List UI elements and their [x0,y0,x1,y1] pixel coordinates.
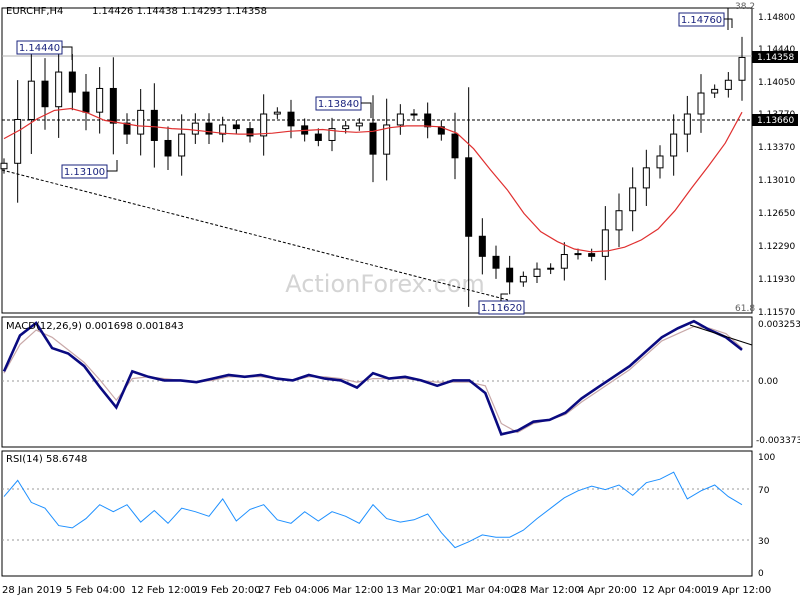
rsi-tick-label: 30 [758,537,770,547]
candle-body [0,162,8,170]
candle-body [355,122,363,127]
candle-body [451,133,459,159]
time-tick-label: 12 Feb 12:00 [131,585,197,596]
time-tick-label: 12 Apr 04:00 [642,585,707,596]
candle-body [232,124,240,130]
macd-tick-label: 0.003253 [758,320,800,330]
price-tick-label: 1.11570 [758,308,795,318]
annotation-low-label: 1.13100 [64,167,105,178]
time-axis: 28 Jan 2019 5 Feb 04:00 12 Feb 12:00 19 … [2,585,771,596]
candle-body [342,125,350,130]
price-tick-label: 1.12290 [758,242,795,252]
candle-body [588,253,596,257]
candle-body [506,267,514,283]
current-price-label: 1.14358 [757,53,794,63]
candle-body [55,71,63,108]
macd-label: MACD(12,26,9) 0.001698 0.001843 [6,321,184,332]
time-tick-label: 4 Apr 20:00 [578,585,637,596]
candle-body [41,80,49,108]
chart-ohlc-readout: 1.14426 1.14438 1.14293 1.14358 [92,6,267,17]
time-tick-label: 6 Mar 12:00 [323,585,383,596]
price-tick-label: 1.11930 [758,275,795,285]
candle-body [629,187,637,212]
time-tick-label: 28 Jan 2019 [2,585,62,596]
candle-body [191,122,199,135]
level-price-label: 1.13660 [757,116,794,126]
fib-label-bottom: 61.8 [735,304,755,314]
price-tick-label: 1.12650 [758,209,795,219]
candle-body [519,275,527,283]
rsi-tick-label: 100 [758,453,775,463]
macd-panel-frame [1,316,753,448]
candle-body [724,79,732,90]
annotation-high-label: 1.14440 [19,43,60,54]
macd-panel: MACD(12,26,9) 0.001698 0.001843 0.003253… [1,316,800,448]
time-tick-label: 5 Feb 04:00 [66,585,125,596]
candle-body [711,88,719,94]
rsi-panel-frame [1,450,753,577]
candle-body [369,122,377,155]
price-panel-frame [1,7,753,314]
price-tick-label: 1.13010 [758,176,795,186]
candle-body [14,118,22,164]
candle-body [178,133,186,157]
candle-body [697,92,705,115]
candle-body [683,113,691,135]
candle-body [68,71,76,93]
candle-body [150,109,158,141]
rsi-tick-label: 0 [758,569,764,579]
watermark: ActionForex.com [285,270,485,298]
time-tick-label: 13 Mar 20:00 [386,585,453,596]
candle-body [287,111,295,127]
candle-body [82,91,90,113]
price-tick-label: 1.13370 [758,143,795,153]
candle-body [574,253,582,256]
rsi-tick-label: 70 [758,486,770,496]
candle-body [547,267,555,270]
candle-body [424,113,432,128]
candle-body [246,128,254,137]
macd-tick-label: 0.00 [758,377,778,387]
candle-body [492,255,500,269]
candle-body [27,80,35,120]
candle-body [260,113,268,137]
candle-body [465,157,473,237]
time-tick-label: 21 Mar 04:00 [450,585,517,596]
candle-body [396,113,404,126]
time-tick-label: 27 Feb 04:00 [258,585,324,596]
rsi-panel: RSI(14) 58.6748 100 70 30 0 [1,450,775,579]
candle-body [137,109,145,135]
candle-body [738,56,746,81]
annotation-swing-high-label: 1.13840 [318,99,359,110]
chart-symbol-label: EURCHF,H4 [6,6,63,17]
candle-body [410,113,418,116]
price-tick-label: 1.14050 [758,78,795,88]
fib-label-top: 38.2 [735,2,755,12]
candle-body [96,87,104,113]
candle-body [478,235,486,257]
price-tick-label: 1.14800 [758,13,795,23]
annotation-top-label: 1.14760 [681,15,722,26]
candle-body [533,268,541,277]
time-tick-label: 19 Feb 20:00 [195,585,261,596]
macd-tick-label: -0.003373 [756,436,800,446]
candle-body [656,155,664,169]
candle-body [642,167,650,189]
time-tick-label: 19 Apr 12:00 [706,585,771,596]
candle-body [314,133,322,141]
time-tick-label: 28 Mar 12:00 [514,585,581,596]
candle-body [560,254,568,269]
rsi-label: RSI(14) 58.6748 [6,454,87,465]
candle-body [273,111,281,115]
candle-body [670,133,678,157]
annotation-bottom-label: 1.11620 [481,303,522,314]
chart-window: ActionForex.com EURCHF,H4 1.14426 1.1443… [0,0,800,600]
candle-body [601,229,609,257]
candle-body [615,210,623,231]
candle-body [164,139,172,157]
candle-body [109,87,117,124]
